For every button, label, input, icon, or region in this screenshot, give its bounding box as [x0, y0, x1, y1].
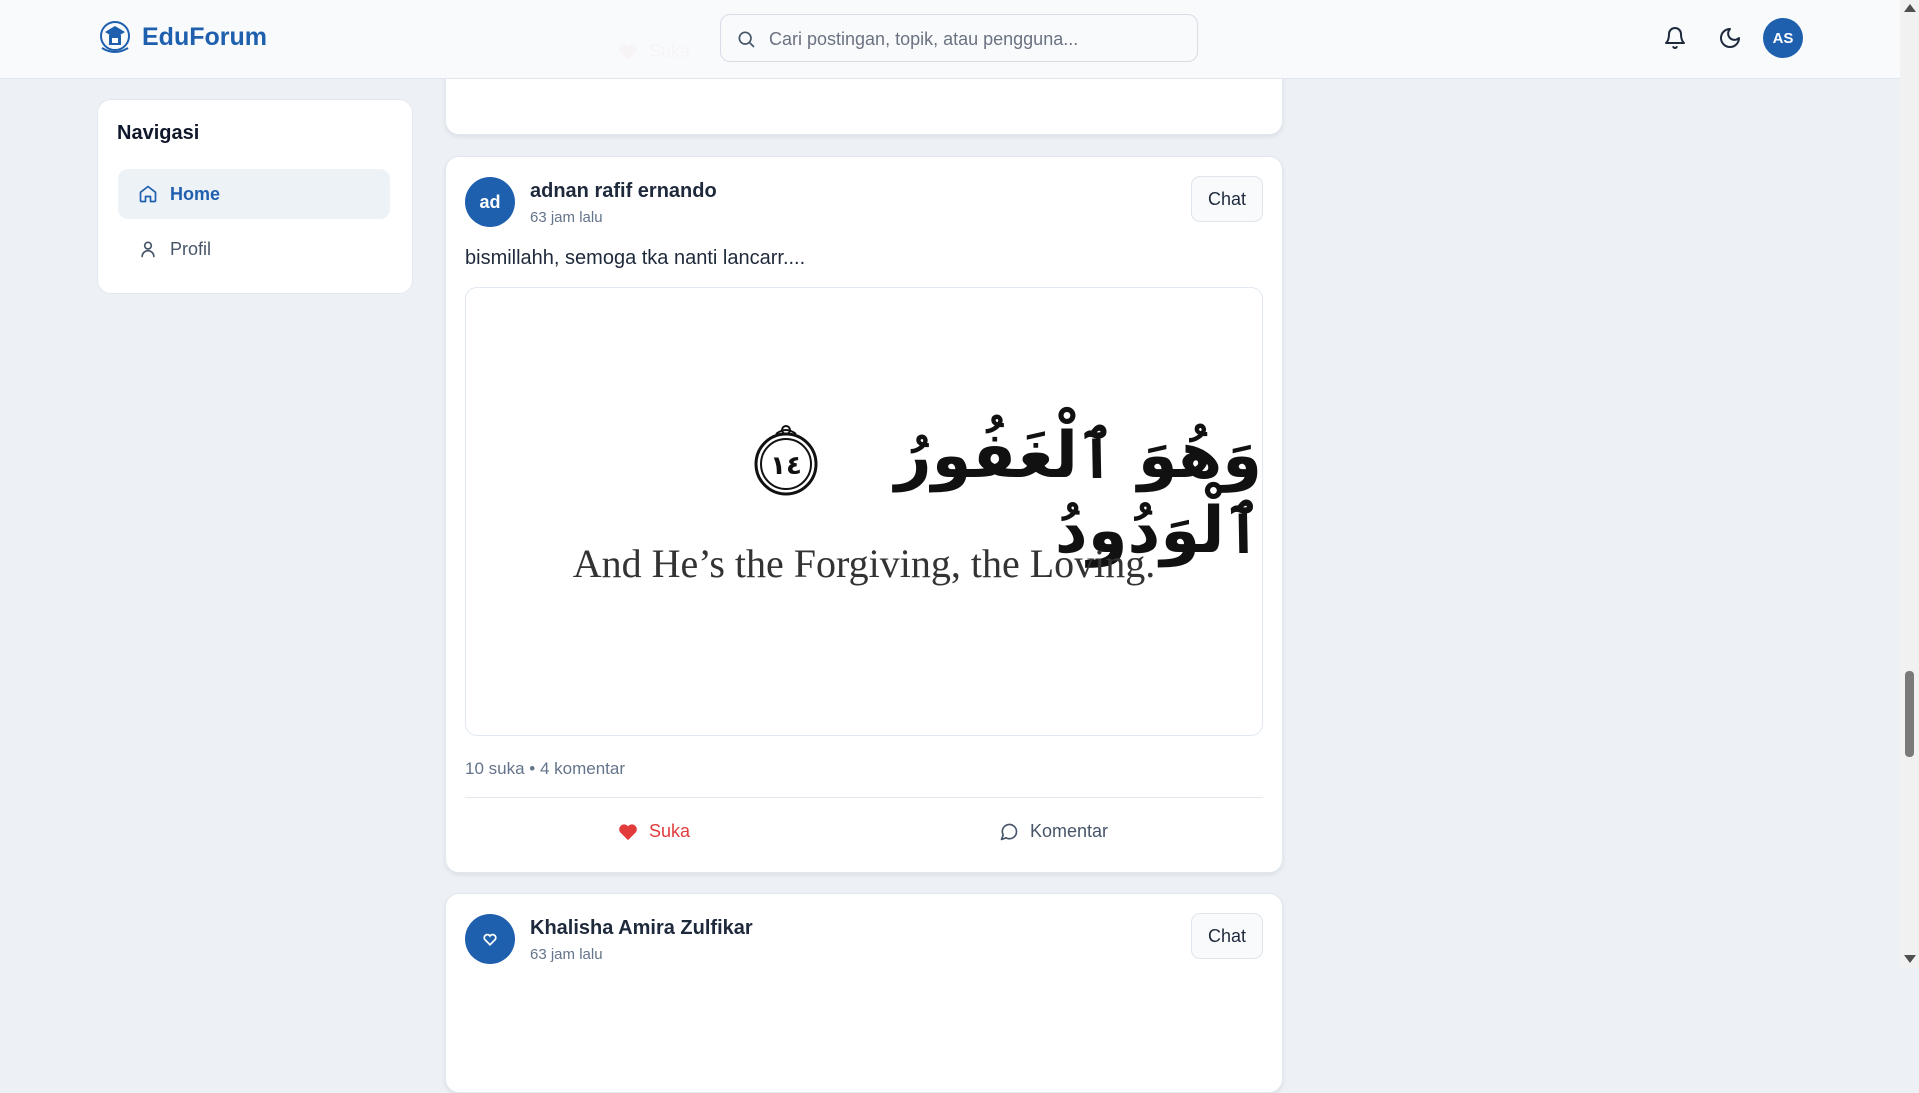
heart-icon — [619, 823, 637, 840]
sidebar-item-profil[interactable]: Profil — [118, 224, 390, 274]
user-avatar[interactable]: AS — [1763, 18, 1803, 58]
post-image[interactable]: وَهُوَ ٱلْغَفُورُ ٱلْوَدُودُ ١٤ And He’s… — [465, 287, 1263, 736]
like-button[interactable]: Suka — [618, 821, 690, 842]
verse-number: ١٤ — [770, 451, 802, 481]
user-icon — [141, 241, 155, 258]
post-text: bismillahh, semoga tka nanti lancarr.... — [465, 247, 806, 269]
post-time: 63 jam lalu — [530, 209, 603, 226]
sidebar-navigation: Navigasi Home Profil — [97, 99, 413, 294]
sidebar-item-home[interactable]: Home — [118, 169, 390, 219]
chat-button[interactable]: Chat — [1191, 176, 1263, 222]
author-avatar[interactable] — [465, 914, 515, 964]
brand-logo[interactable]: EduForum — [98, 18, 267, 56]
scroll-down-arrow-icon[interactable] — [1904, 955, 1916, 963]
like-label: Suka — [649, 821, 691, 841]
comment-label: Komentar — [1030, 821, 1109, 841]
author-name[interactable]: Khalisha Amira Zulfikar — [530, 917, 753, 940]
chat-button[interactable]: Chat — [1191, 913, 1263, 959]
image-english-text: And He’s the Forgiving, the Loving. — [572, 541, 1156, 586]
comment-icon — [1000, 823, 1018, 840]
comment-button[interactable]: Komentar — [999, 821, 1108, 842]
sidebar-title: Navigasi — [117, 122, 200, 144]
scroll-up-arrow-icon[interactable] — [1904, 4, 1916, 12]
search-bar[interactable] — [720, 14, 1198, 63]
search-icon — [738, 31, 755, 48]
moon-icon[interactable] — [1718, 26, 1742, 50]
brand-name: EduForum — [142, 22, 267, 51]
sidebar-item-label: Profil — [170, 238, 212, 259]
author-avatar[interactable]: ad — [465, 177, 515, 227]
sidebar-item-label: Home — [170, 183, 221, 204]
post-stats[interactable]: 10 suka • 4 komentar — [465, 759, 625, 779]
page-scrollbar[interactable] — [1900, 0, 1919, 968]
verse-number-icon: ١٤ — [754, 425, 818, 496]
post-time: 63 jam lalu — [530, 946, 603, 963]
heart-outline-icon — [483, 933, 497, 946]
author-name[interactable]: adnan rafif ernando — [530, 180, 717, 203]
top-navbar: EduForum AS — [0, 0, 1900, 79]
post-card: Khalisha Amira Zulfikar 63 jam lalu Chat — [445, 893, 1283, 1093]
home-icon — [139, 185, 157, 203]
eduforum-logo-icon — [100, 21, 130, 53]
scroll-thumb[interactable] — [1905, 671, 1914, 757]
search-input[interactable] — [767, 15, 1191, 63]
bell-icon[interactable] — [1663, 26, 1687, 50]
post-card: ad adnan rafif ernando 63 jam lalu Chat … — [445, 156, 1283, 873]
divider — [465, 797, 1263, 798]
